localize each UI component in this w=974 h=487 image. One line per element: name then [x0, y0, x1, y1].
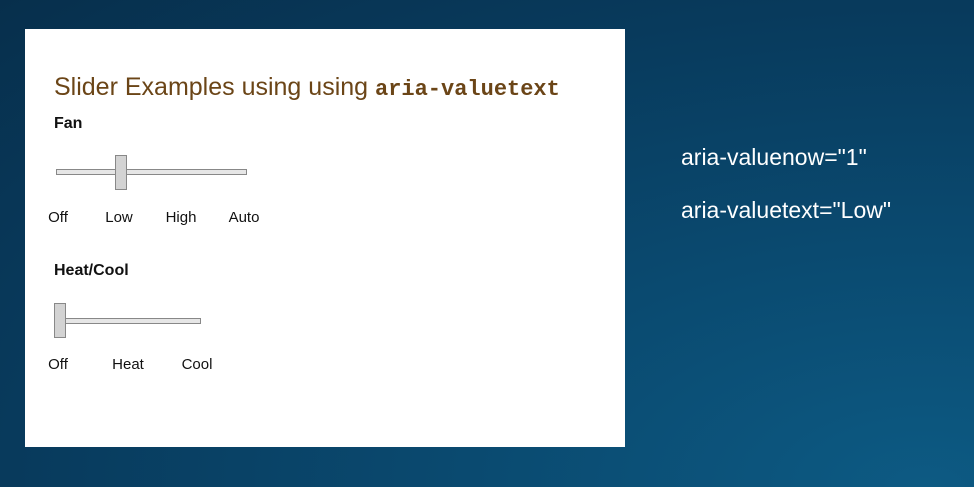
page-title: Slider Examples using using aria-valuete…: [54, 73, 560, 102]
heat-cool-tick-off: Off: [48, 356, 68, 373]
aria-valuetext-text: aria-valuetext="Low": [681, 197, 892, 223]
heat-cool-slider-label: Heat/Cool: [54, 262, 129, 279]
aria-valuenow-text: aria-valuenow="1": [681, 144, 867, 170]
title-code: aria-valuetext: [375, 77, 560, 102]
heat-cool-slider-rail[interactable]: [58, 318, 201, 324]
fan-slider-thumb[interactable]: [115, 155, 127, 190]
heat-cool-tick-cool: Cool: [181, 356, 213, 373]
fan-tick-high: High: [165, 209, 197, 226]
heat-cool-slider-thumb[interactable]: [54, 303, 66, 338]
fan-slider-rail[interactable]: [56, 169, 247, 175]
title-text: Slider Examples using using: [54, 73, 375, 101]
fan-slider-label: Fan: [54, 115, 83, 132]
fan-tick-off: Off: [48, 209, 68, 226]
fan-tick-low: Low: [105, 209, 133, 226]
heat-cool-tick-heat: Heat: [112, 356, 144, 373]
slider-examples-panel: Slider Examples using using aria-valuete…: [25, 29, 625, 447]
fan-tick-auto: Auto: [228, 209, 260, 226]
